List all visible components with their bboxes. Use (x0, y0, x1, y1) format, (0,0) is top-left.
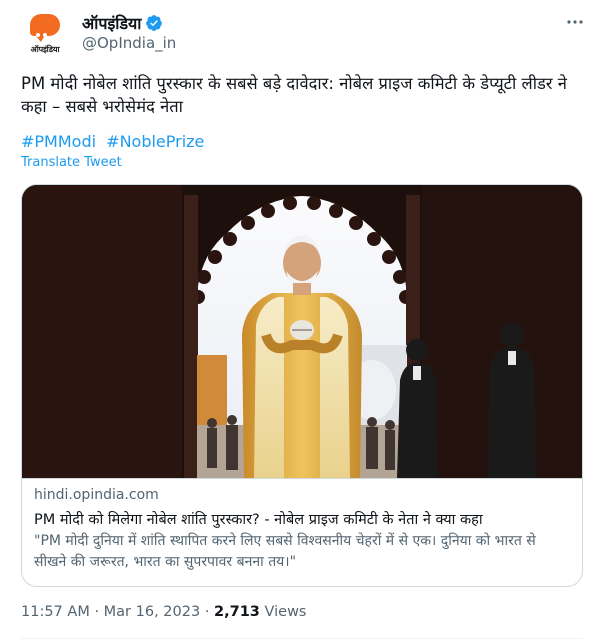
views-label: Views (264, 604, 307, 620)
tweet-text: PM मोदी नोबेल शांति पुरस्कार के सबसे बड़… (21, 74, 567, 116)
author-name-row: ऑपइंडिया (82, 12, 163, 34)
translate-tweet-link[interactable]: Translate Tweet (21, 155, 122, 170)
views-count[interactable]: 2,713 (214, 604, 260, 620)
display-name[interactable]: ऑपइंडिया (82, 12, 141, 34)
hashtag-nobleprize[interactable]: #NoblePrize (106, 132, 204, 151)
card-title: PM मोदी को मिलेगा नोबेल शांति पुरस्कार? … (34, 512, 483, 528)
avatar-logo-text: ऑपइंडिया (30, 45, 60, 54)
more-options-icon[interactable] (565, 12, 585, 32)
tweet-date[interactable]: Mar 16, 2023 (104, 604, 201, 620)
verified-badge-icon (146, 15, 163, 31)
tweet-meta: 11:57 AM · Mar 16, 2023 · 2,713 Views (21, 604, 306, 620)
divider (21, 638, 583, 639)
hashtags: #PMModi #NoblePrize (21, 132, 209, 151)
card-description: "PM मोदी दुनिया में शांति स्थापित करने ल… (34, 533, 536, 570)
hashtag-pmmodi[interactable]: #PMModi (21, 132, 96, 151)
tweet: ऑपइंडिया ऑपइंडिया @OpIndia_in PM मोदी नो… (0, 0, 600, 644)
logo-dots-icon (36, 22, 56, 56)
avatar[interactable]: ऑपइंडिया (21, 10, 69, 58)
meta-separator: · (204, 604, 215, 620)
card-image[interactable] (22, 185, 582, 478)
link-card[interactable]: hindi.opindia.com PM मोदी को मिलेगा नोबे… (21, 184, 583, 587)
card-meta[interactable]: hindi.opindia.com PM मोदी को मिलेगा नोबे… (22, 478, 582, 586)
author-handle[interactable]: @OpIndia_in (82, 34, 176, 52)
card-domain: hindi.opindia.com (34, 487, 159, 503)
tweet-time[interactable]: 11:57 AM (21, 604, 90, 620)
meta-separator: · (94, 604, 104, 620)
